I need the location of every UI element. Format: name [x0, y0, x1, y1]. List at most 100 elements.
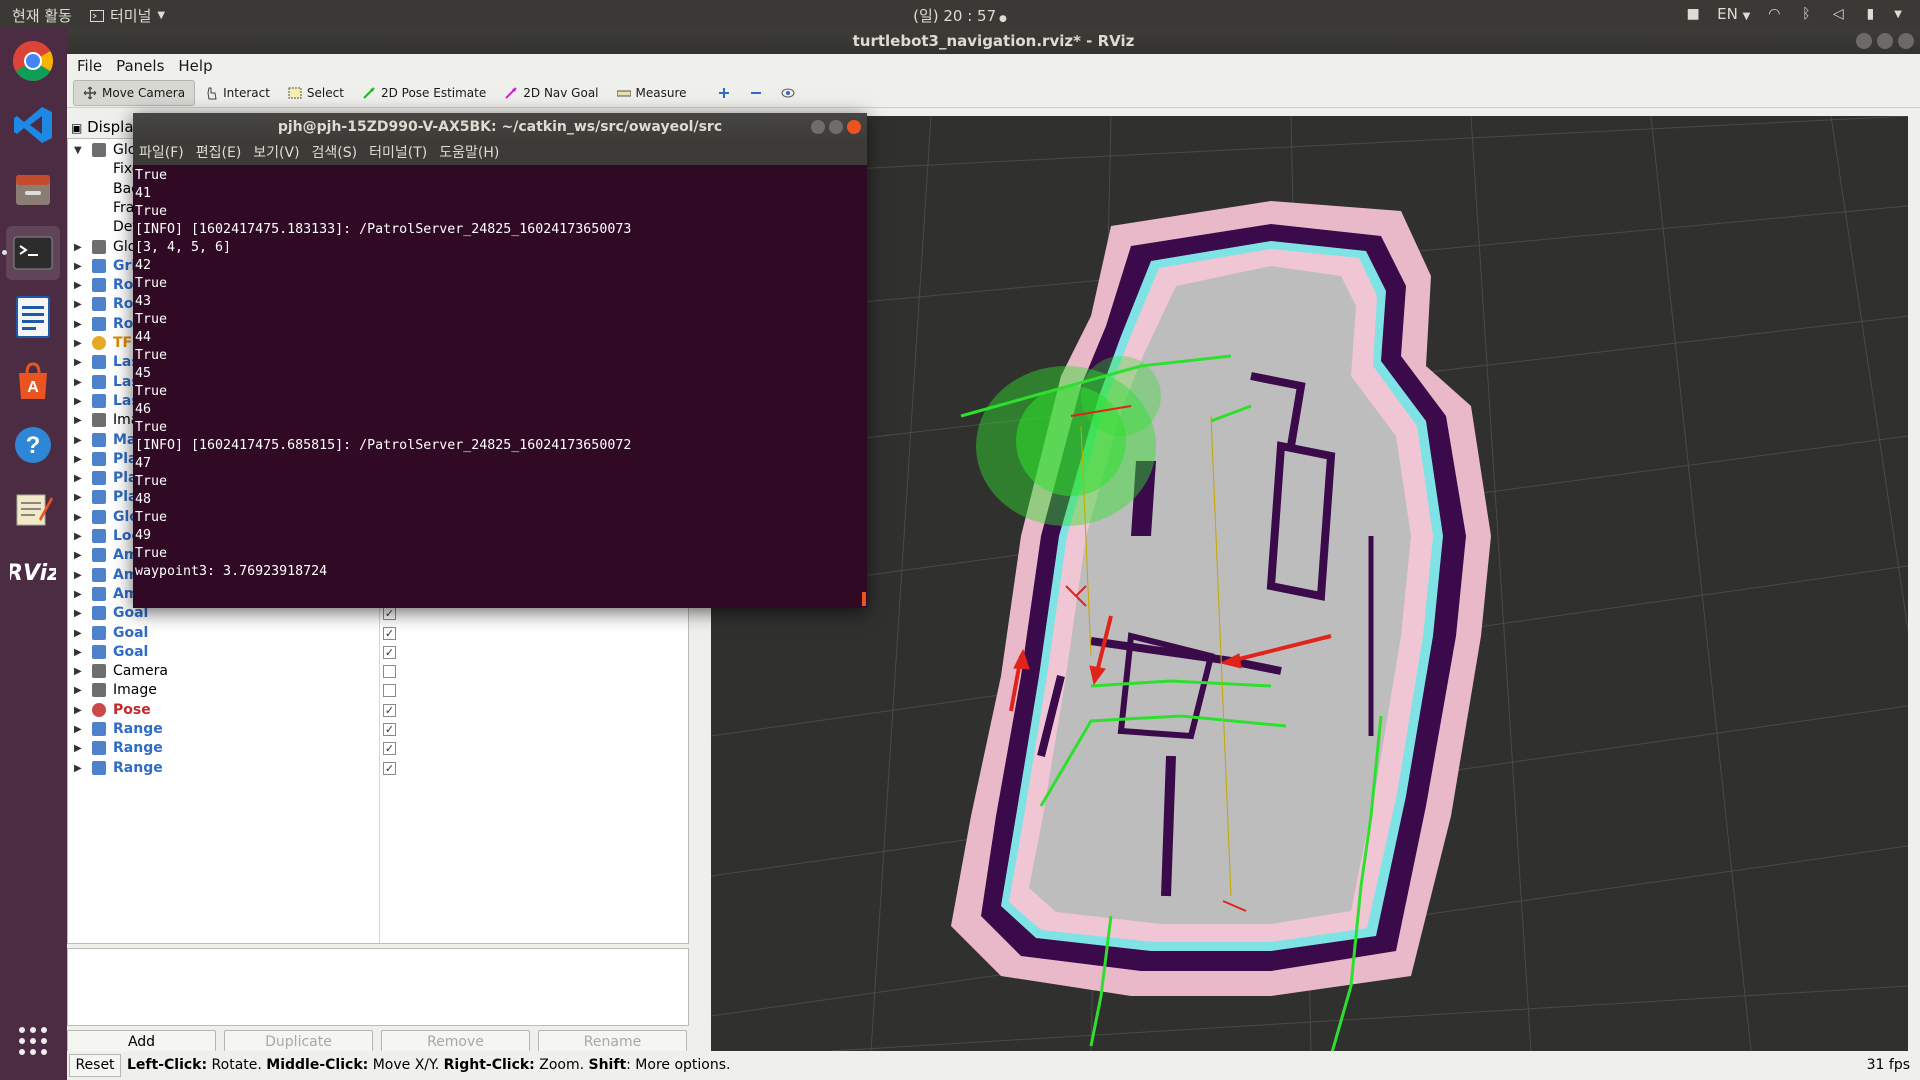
system-tray[interactable]: ■ EN ▼ ◠ ᛒ ◁ ▮ ▼ [1685, 5, 1902, 23]
tool-interact[interactable]: Interact [195, 80, 279, 106]
camera-icon[interactable]: ■ [1685, 7, 1701, 21]
hint-text: Zoom. [534, 1057, 589, 1073]
terminal-titlebar[interactable]: pjh@pjh-15ZD990-V-AX5BK: ~/catkin_ws/src… [133, 113, 867, 141]
menu-file[interactable]: 파일(F) [139, 141, 184, 165]
expand-right-icon[interactable]: ▶ [74, 353, 82, 372]
terminal-window[interactable]: pjh@pjh-15ZD990-V-AX5BK: ~/catkin_ws/src… [133, 113, 867, 608]
expand-right-icon[interactable]: ▶ [74, 334, 82, 353]
enable-checkbox[interactable]: ✓ [383, 761, 396, 775]
language-indicator[interactable]: EN ▼ [1717, 5, 1750, 23]
tool-measure[interactable]: Measure [608, 80, 696, 106]
display-row[interactable]: ▶ Goal ✓ [68, 643, 688, 662]
expand-right-icon[interactable]: ▶ [74, 276, 82, 295]
expand-right-icon[interactable]: ▶ [74, 546, 82, 565]
expand-right-icon[interactable]: ▶ [74, 566, 82, 585]
menu-file[interactable]: File [77, 54, 102, 78]
expand-right-icon[interactable]: ▶ [74, 431, 82, 450]
expand-right-icon[interactable]: ▶ [74, 585, 82, 604]
menu-panels[interactable]: Panels [116, 54, 164, 78]
display-row[interactable]: ▶ Image [68, 681, 688, 700]
files-launcher-button[interactable] [6, 162, 60, 216]
close-button[interactable] [847, 120, 861, 134]
menu-search[interactable]: 검색(S) [312, 141, 358, 165]
bluetooth-icon[interactable]: ᛒ [1798, 7, 1814, 21]
enable-checkbox[interactable] [383, 665, 396, 679]
writer-launcher-button[interactable] [6, 290, 60, 344]
minimize-button[interactable] [811, 120, 825, 134]
chrome-launcher-button[interactable] [6, 34, 60, 88]
reset-button[interactable]: Reset [69, 1054, 121, 1077]
vscode-launcher-button[interactable] [6, 98, 60, 152]
expand-right-icon[interactable]: ▶ [74, 238, 82, 257]
software-launcher-button[interactable]: A [6, 354, 60, 408]
view-options-button[interactable] [772, 80, 804, 106]
display-row[interactable]: ▶ Range ✓ [68, 739, 688, 758]
menu-view[interactable]: 보기(V) [253, 141, 299, 165]
maximize-button[interactable] [1877, 33, 1893, 49]
display-type-icon [92, 586, 106, 601]
expand-right-icon[interactable]: ▶ [74, 450, 82, 469]
enable-checkbox[interactable]: ✓ [383, 626, 396, 640]
expand-right-icon[interactable]: ▶ [74, 508, 82, 527]
terminal-launcher-button[interactable] [2, 226, 60, 280]
display-row[interactable]: ▶ Pose ✓ [68, 701, 688, 720]
show-applications-button[interactable] [6, 1014, 60, 1068]
expand-right-icon[interactable]: ▶ [74, 373, 82, 392]
remove-tool-button[interactable] [740, 80, 772, 106]
expand-right-icon[interactable]: ▶ [74, 701, 82, 720]
rviz-titlebar[interactable]: turtlebot3_navigation.rviz* - RViz [67, 28, 1920, 54]
expand-right-icon[interactable]: ▶ [74, 315, 82, 334]
expand-down-icon[interactable]: ▼ [74, 141, 82, 160]
3d-view[interactable] [711, 116, 1908, 1051]
expand-right-icon[interactable]: ▶ [74, 295, 82, 314]
expand-right-icon[interactable]: ▶ [74, 643, 82, 662]
tool-2d-pose-estimate[interactable]: 2D Pose Estimate [353, 80, 495, 106]
expand-right-icon[interactable]: ▶ [74, 411, 82, 430]
enable-checkbox[interactable] [383, 684, 396, 698]
display-row[interactable]: ▶ Camera [68, 662, 688, 681]
display-row[interactable]: ▶ Goal ✓ [68, 624, 688, 643]
menu-help[interactable]: Help [178, 54, 212, 78]
expand-right-icon[interactable]: ▶ [74, 662, 82, 681]
expand-right-icon[interactable]: ▶ [74, 469, 82, 488]
maximize-button[interactable] [829, 120, 843, 134]
expand-right-icon[interactable]: ▶ [74, 257, 82, 276]
expand-right-icon[interactable]: ▶ [74, 681, 82, 700]
expand-right-icon[interactable]: ▶ [74, 488, 82, 507]
chevron-down-icon[interactable]: ▼ [1894, 9, 1902, 20]
expand-right-icon[interactable]: ▶ [74, 720, 82, 739]
display-row[interactable]: ▶ Range ✓ [68, 720, 688, 739]
tool-move-camera[interactable]: Move Camera [73, 79, 196, 106]
expand-right-icon[interactable]: ▶ [74, 759, 82, 778]
enable-checkbox[interactable]: ✓ [383, 723, 396, 736]
enable-checkbox[interactable]: ✓ [383, 742, 396, 756]
expand-right-icon[interactable]: ▶ [74, 624, 82, 643]
tool-2d-nav-goal[interactable]: 2D Nav Goal [495, 80, 607, 106]
expand-right-icon[interactable]: ▶ [74, 527, 82, 546]
editor-launcher-button[interactable] [6, 482, 60, 536]
expand-right-icon[interactable]: ▶ [74, 392, 82, 411]
enable-checkbox[interactable]: ✓ [383, 645, 396, 659]
clock[interactable]: (일) 20 : 57 ● [0, 5, 1920, 26]
minimize-button[interactable] [1856, 33, 1872, 49]
terminal-output[interactable]: True 41 True [INFO] [1602417475.183133]: /P… [133, 165, 867, 583]
wifi-icon[interactable]: ◠ [1766, 7, 1782, 21]
close-button[interactable] [1898, 33, 1914, 49]
enable-checkbox[interactable]: ✓ [383, 607, 396, 621]
add-tool-button[interactable] [708, 80, 740, 106]
rviz-launcher-button[interactable]: RViz [6, 546, 60, 600]
menu-help[interactable]: 도움말(H) [439, 141, 499, 165]
terminal-scrollbar[interactable] [862, 592, 866, 606]
help-launcher-button[interactable]: ? [6, 418, 60, 472]
battery-icon[interactable]: ▮ [1862, 7, 1878, 21]
expand-right-icon[interactable]: ▶ [74, 739, 82, 758]
menu-terminal[interactable]: 터미널(T) [369, 141, 427, 165]
volume-mute-icon[interactable]: ◁ [1830, 7, 1846, 21]
right-splitter[interactable] [1908, 116, 1920, 1051]
enable-checkbox[interactable]: ✓ [383, 703, 396, 717]
tool-label: 2D Pose Estimate [380, 85, 487, 100]
tool-select[interactable]: Select [279, 80, 353, 106]
display-row[interactable]: ▶ Range ✓ [68, 759, 688, 778]
menu-edit[interactable]: 편집(E) [196, 141, 242, 165]
expand-right-icon[interactable]: ▶ [74, 604, 82, 623]
